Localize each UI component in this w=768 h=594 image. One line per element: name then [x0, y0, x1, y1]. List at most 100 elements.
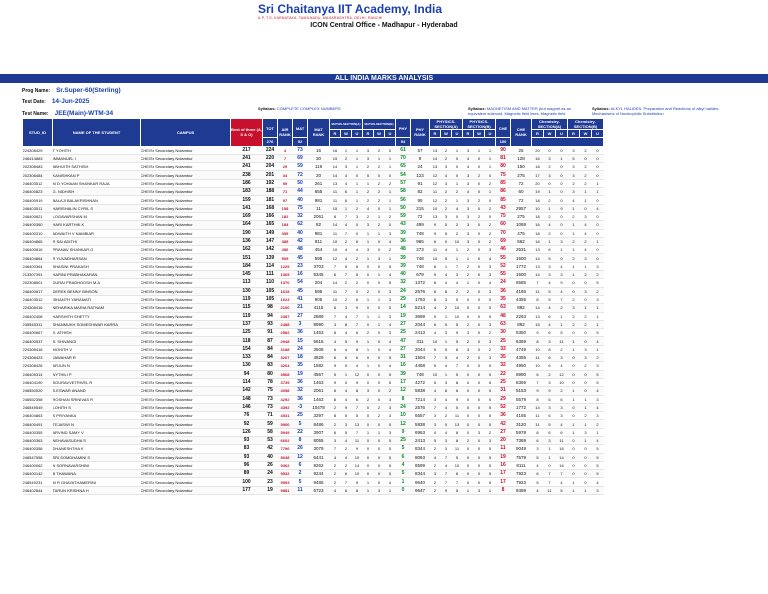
sub-u: U: [384, 128, 396, 139]
table-cell: 1500: [510, 270, 532, 280]
table-cell: 0: [591, 146, 604, 155]
table-cell: 0: [373, 237, 385, 247]
table-cell: 2: [567, 295, 580, 305]
table-cell: 0: [473, 287, 485, 296]
table-cell: 11: [292, 486, 308, 496]
table-cell: 13: [429, 146, 441, 155]
table-cell: 8: [395, 395, 411, 404]
table-cell: 4950: [510, 361, 532, 371]
table-cell: 1: [543, 453, 556, 462]
table-cell: 1: [373, 295, 385, 305]
table-cell: 2: [462, 287, 474, 296]
table-cell: 0: [462, 312, 474, 321]
table-cell: 3: [429, 395, 441, 404]
table-cell: 2: [555, 303, 568, 313]
table-cell: 1: [555, 312, 568, 321]
table-cell: 2: [473, 170, 485, 180]
table-cell: 1: [555, 320, 568, 330]
table-cell: 1: [373, 428, 385, 438]
table-cell: 0: [555, 179, 568, 189]
table-cell: 1: [567, 419, 580, 429]
table-cell: 3: [484, 320, 496, 330]
table-cell: 5978: [510, 428, 532, 438]
table-cell: 6: [329, 353, 341, 363]
table-cell: 0: [473, 345, 485, 355]
table-cell: CHE/Sr Secondary Nolambur: [140, 154, 231, 164]
table-cell: 3: [440, 378, 452, 388]
office-title: ICON Central Office - Madhapur - Hyderab…: [310, 22, 458, 29]
table-cell: 4165: [510, 287, 532, 296]
table-cell: 72: [510, 195, 532, 205]
table-cell: 7: [543, 477, 556, 487]
table-cell: 0: [591, 170, 604, 180]
table-cell: 23: [292, 262, 308, 272]
table-cell: 141: [230, 204, 263, 213]
table-cell: 29: [495, 395, 511, 404]
table-cell: 811: [307, 237, 330, 247]
table-cell: 4: [340, 345, 352, 355]
table-cell: 1: [340, 204, 352, 213]
table-cell: 9: [531, 386, 544, 396]
table-cell: 0: [591, 229, 604, 238]
table-cell: 1: [591, 237, 604, 247]
table-cell: 40: [395, 270, 411, 280]
table-cell: HARSHITH SHETTY: [52, 312, 141, 321]
test-value: JEE(Main)-WTM-34: [54, 110, 114, 117]
table-cell: 1: [362, 345, 374, 355]
table-cell: 4: [429, 386, 441, 396]
table-cell: 8: [429, 295, 441, 305]
table-cell: CHE/Sr Secondary Nolambur: [140, 229, 231, 238]
table-cell: 113: [230, 278, 263, 288]
table-cell: 0: [440, 419, 452, 429]
table-cell: CHE/Sr Secondary Nolambur: [140, 395, 231, 404]
table-cell: 1: [362, 229, 374, 238]
col-chemistry-sec-b: Chemistry-SECTION(B): [567, 118, 604, 130]
table-cell: 0: [373, 353, 385, 363]
table-cell: 0: [362, 303, 374, 313]
table-cell: 1: [440, 262, 452, 272]
table-cell: 6: [340, 486, 352, 496]
table-cell: 3: [579, 287, 592, 296]
table-cell: 3: [329, 320, 341, 330]
table-cell: 5: [351, 270, 363, 280]
table-cell: 1: [591, 179, 604, 189]
table-cell: 0: [484, 195, 496, 205]
table-cell: 4: [555, 419, 568, 429]
table-cell: 4: [555, 262, 568, 272]
table-cell: 3: [531, 444, 544, 454]
table-cell: 5: [567, 154, 580, 164]
table-cell: 5: [384, 303, 396, 313]
table-cell: 0: [579, 461, 592, 471]
table-cell: 6: [292, 461, 308, 471]
table-cell: 5: [429, 436, 441, 446]
table-cell: 8: [292, 436, 308, 446]
table-cell: 7: [351, 428, 363, 438]
table-cell: 2: [351, 253, 363, 263]
table-cell: 0: [579, 386, 592, 396]
table-cell: 182: [277, 212, 293, 222]
table-cell: 3: [567, 170, 580, 180]
table-cell: 246400310: [22, 229, 53, 238]
table-cell: 0: [373, 386, 385, 396]
table-cell: 3: [462, 345, 474, 355]
table-cell: 9362: [277, 461, 293, 471]
table-cell: 2: [440, 204, 452, 213]
table-cell: 4: [440, 395, 452, 404]
report-header: Sri Chaitanya IIT Academy, India A.P, T.…: [0, 0, 768, 70]
table-cell: 4: [277, 146, 293, 155]
table-row: 246400491 TEJASWI N CHE/Sr Secondary Nolam…: [22, 419, 604, 429]
table-cell: 4: [362, 204, 374, 213]
table-cell: 0: [591, 212, 604, 222]
table-cell: 5: [484, 361, 496, 371]
table-cell: 235545311: [22, 320, 53, 330]
table-cell: 2061: [307, 386, 330, 396]
table-cell: 3: [340, 303, 352, 313]
table-cell: 2582: [277, 328, 293, 338]
table-cell: CHE/Sr Secondary Nolambur: [140, 162, 231, 172]
table-cell: 0: [373, 477, 385, 487]
table-cell: 1: [484, 162, 496, 172]
table-cell: 12: [395, 386, 411, 396]
test-info: Test Name: JEE(Main)-WTM-34: [22, 110, 113, 117]
table-cell: 15: [329, 154, 341, 164]
table-cell: 7: [277, 154, 293, 164]
